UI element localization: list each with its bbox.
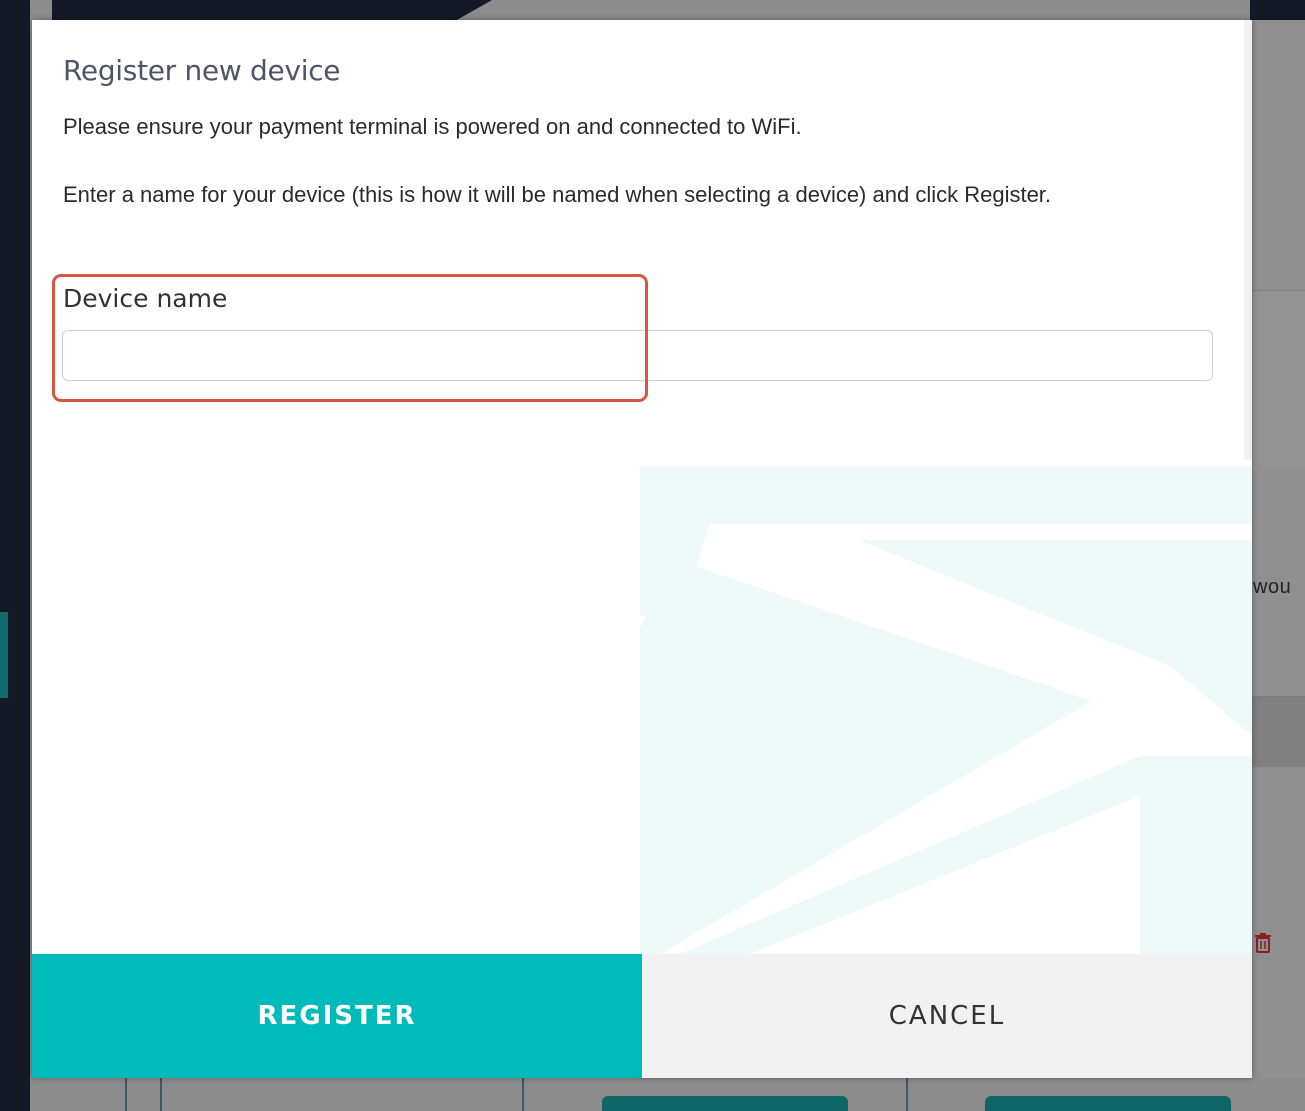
background-button [602, 1096, 848, 1111]
background-content-band-2 [1252, 696, 1305, 767]
background-button [985, 1096, 1231, 1111]
field-highlight-annotation [52, 274, 648, 402]
background-sidebar-active-indicator [0, 612, 8, 698]
modal-title: Register new device [63, 54, 341, 87]
register-device-modal: Register new device Please ensure your p… [32, 20, 1252, 1078]
background-card-divider [125, 1078, 127, 1111]
instruction-enter-name: Enter a name for your device (this is ho… [63, 182, 1052, 207]
watermark-logo [640, 466, 1252, 954]
cancel-button[interactable]: CANCEL [642, 954, 1252, 1078]
instruction-power-on: Please ensure your payment terminal is p… [63, 114, 802, 139]
background-card-divider [522, 1078, 524, 1111]
background-sidebar [0, 0, 30, 1111]
background-header [52, 0, 492, 20]
background-content-band [1252, 290, 1305, 471]
trash-icon [1255, 933, 1271, 953]
modal-scrollbar[interactable] [1244, 20, 1252, 460]
background-partial-text: wou [1253, 576, 1292, 598]
register-button[interactable]: REGISTER [32, 954, 642, 1078]
background-card-divider [906, 1078, 908, 1111]
background-card-divider [160, 1078, 162, 1111]
